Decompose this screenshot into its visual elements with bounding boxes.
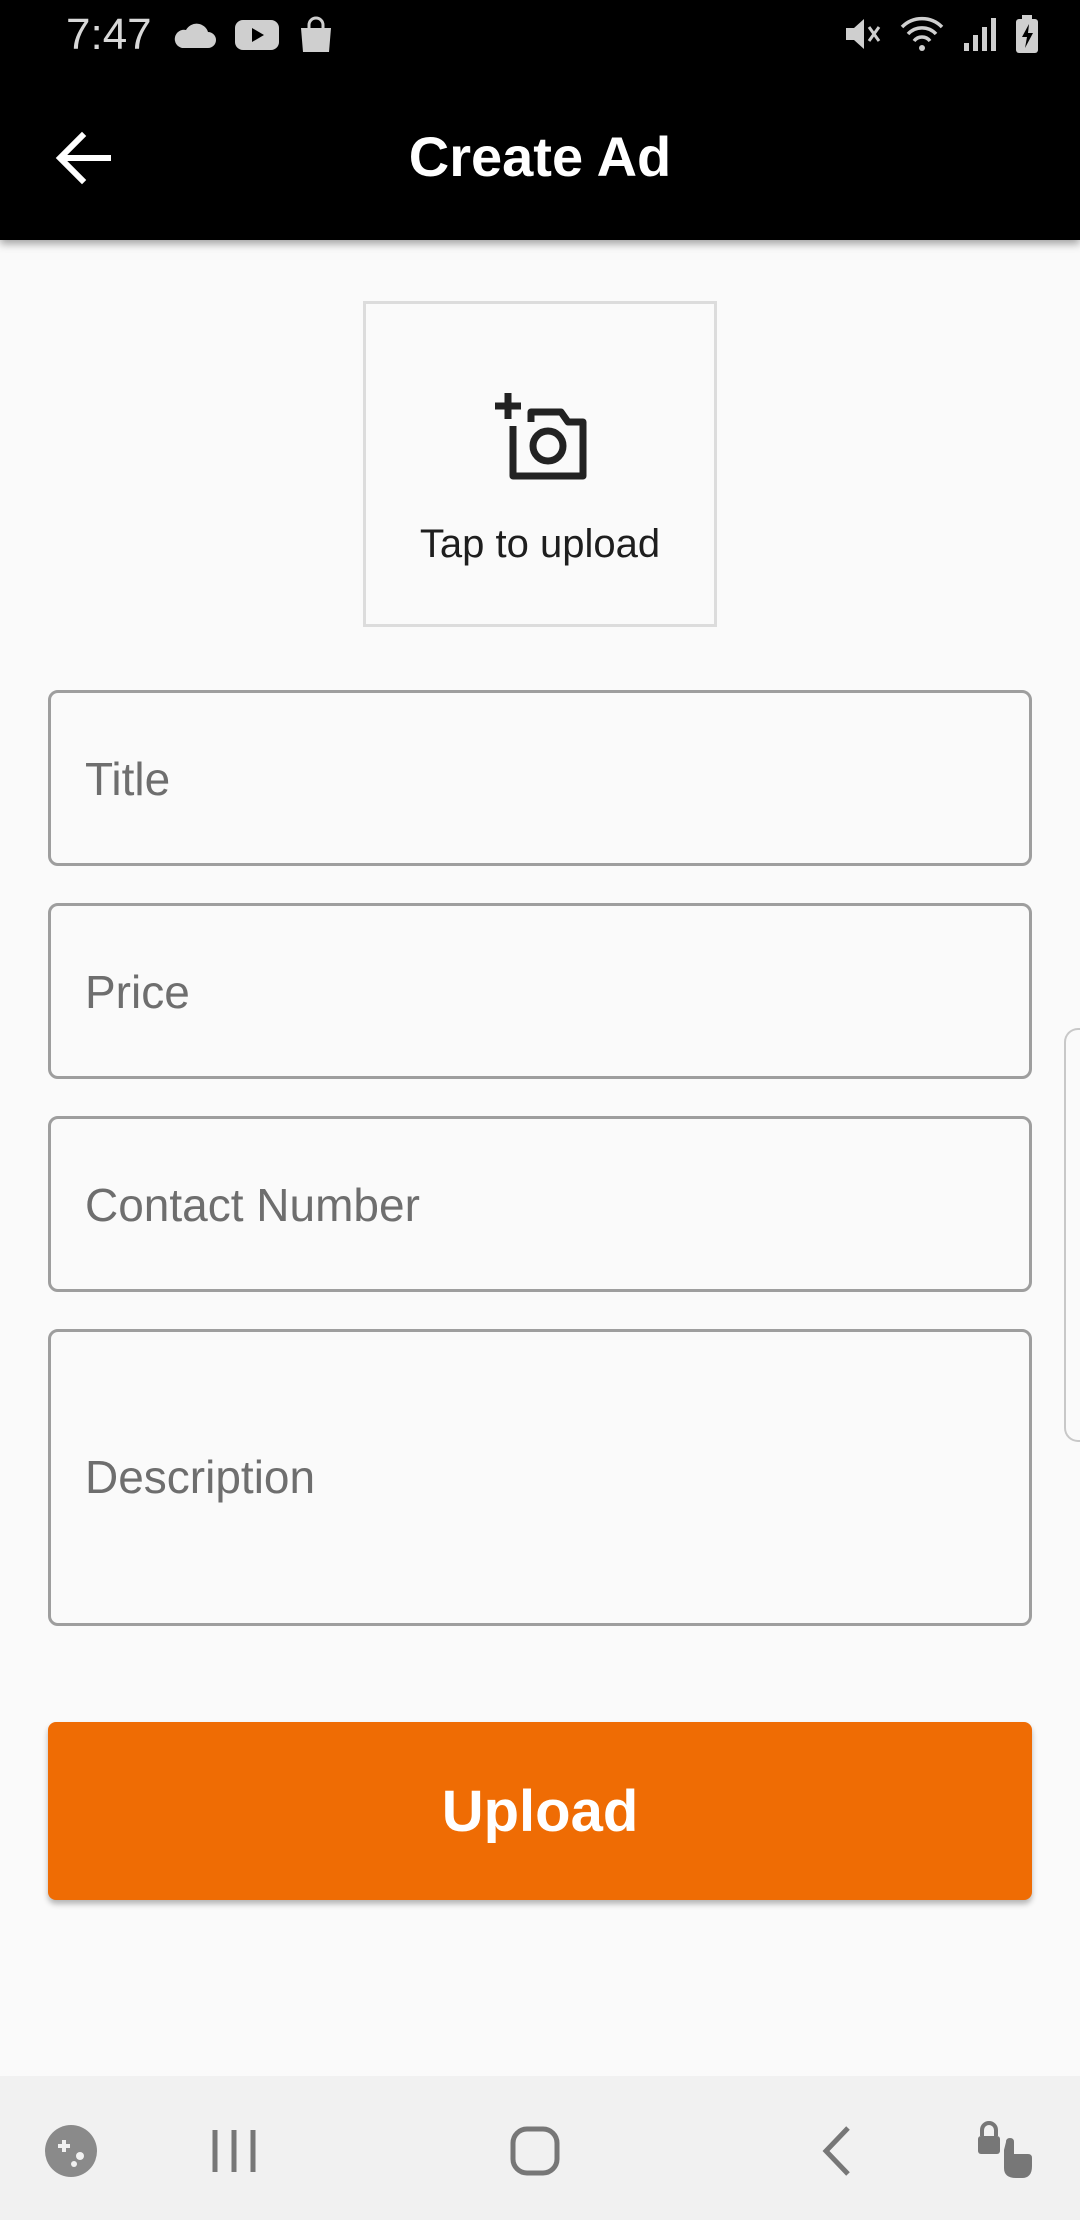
add-a-photo-icon	[495, 393, 587, 480]
edge-panel-handle[interactable]	[1064, 1028, 1080, 1442]
app-bar: Create Ad	[0, 74, 1080, 240]
game-launcher-icon	[45, 2125, 97, 2177]
youtube-icon	[235, 20, 279, 50]
page-title: Create Ad	[408, 125, 672, 188]
description-field[interactable]	[48, 1329, 1032, 1626]
signal-icon	[964, 18, 996, 51]
contact-number-field[interactable]	[48, 1116, 1032, 1292]
lock-touch-button[interactable]	[970, 2116, 1040, 2186]
price-input[interactable]	[85, 964, 999, 1020]
game-launcher-button[interactable]	[36, 2116, 106, 2186]
system-nav-bar	[0, 2076, 1080, 2220]
title-input[interactable]	[85, 751, 999, 807]
contact-number-input[interactable]	[85, 1177, 999, 1233]
status-bar: 7:47	[0, 0, 1080, 74]
status-time: 7:47	[66, 10, 152, 59]
nav-back-button[interactable]	[804, 2116, 874, 2186]
upload-label: Tap to upload	[419, 522, 661, 566]
home-icon	[510, 2126, 560, 2176]
mute-icon	[846, 19, 881, 49]
recent-apps-button[interactable]	[199, 2116, 269, 2186]
status-left-icons	[172, 16, 334, 54]
cloud-icon	[174, 23, 216, 48]
home-button[interactable]	[500, 2116, 570, 2186]
lock-touch-icon	[978, 2121, 1032, 2178]
wifi-icon	[900, 16, 944, 51]
title-field[interactable]	[48, 690, 1032, 866]
price-field[interactable]	[48, 903, 1032, 1079]
recent-apps-icon	[212, 2130, 256, 2172]
back-icon	[822, 2126, 850, 2176]
shopping-bag-icon	[301, 16, 331, 52]
status-right-icons	[842, 14, 1040, 54]
description-input[interactable]	[85, 1450, 999, 1510]
image-upload-area[interactable]: Tap to upload	[363, 301, 717, 627]
battery-charging-icon	[1016, 15, 1038, 53]
upload-button[interactable]: Upload	[48, 1722, 1032, 1900]
